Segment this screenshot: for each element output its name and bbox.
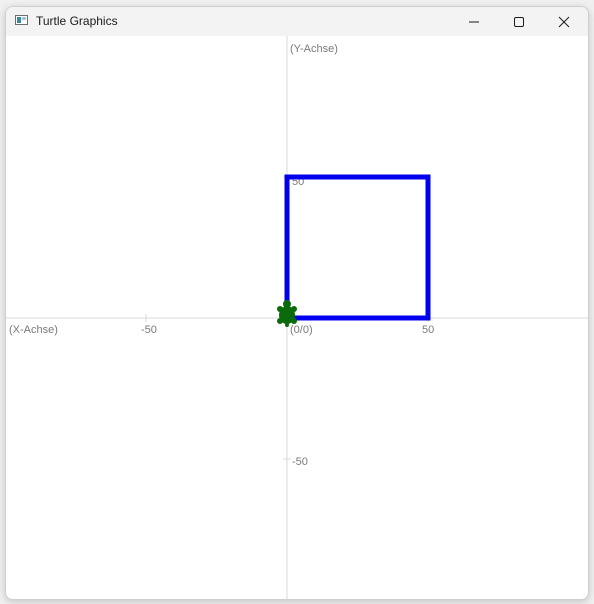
close-icon xyxy=(558,16,569,27)
turtle-canvas[interactable]: (Y-Achse) (X-Achse) (0/0) -50 50 50 -50 xyxy=(6,36,588,599)
maximize-button[interactable] xyxy=(496,7,541,36)
turtle-icon xyxy=(277,300,297,327)
maximize-icon xyxy=(513,16,524,27)
x-tick-label-pos-50: 50 xyxy=(422,324,434,336)
turtle-canvas-svg: (Y-Achse) (X-Achse) (0/0) -50 50 50 -50 xyxy=(6,36,588,599)
y-tick-label-neg-50: -50 xyxy=(292,456,308,468)
origin-label: (0/0) xyxy=(290,324,313,336)
minimize-icon xyxy=(468,21,479,22)
window-title: Turtle Graphics xyxy=(36,14,118,28)
title-bar[interactable]: Turtle Graphics xyxy=(6,7,588,36)
minimize-button[interactable] xyxy=(451,7,496,36)
close-button[interactable] xyxy=(541,7,586,36)
x-tick-label-neg-50: -50 xyxy=(141,324,157,336)
turtle-graphics-window: Turtle Graphics (Y-Achse) (X-Achse) (0/0… xyxy=(5,6,589,600)
app-window-icon xyxy=(15,15,28,25)
y-axis-label: (Y-Achse) xyxy=(290,43,338,55)
turtle-path xyxy=(284,174,431,321)
x-axis-label: (X-Achse) xyxy=(9,324,58,336)
